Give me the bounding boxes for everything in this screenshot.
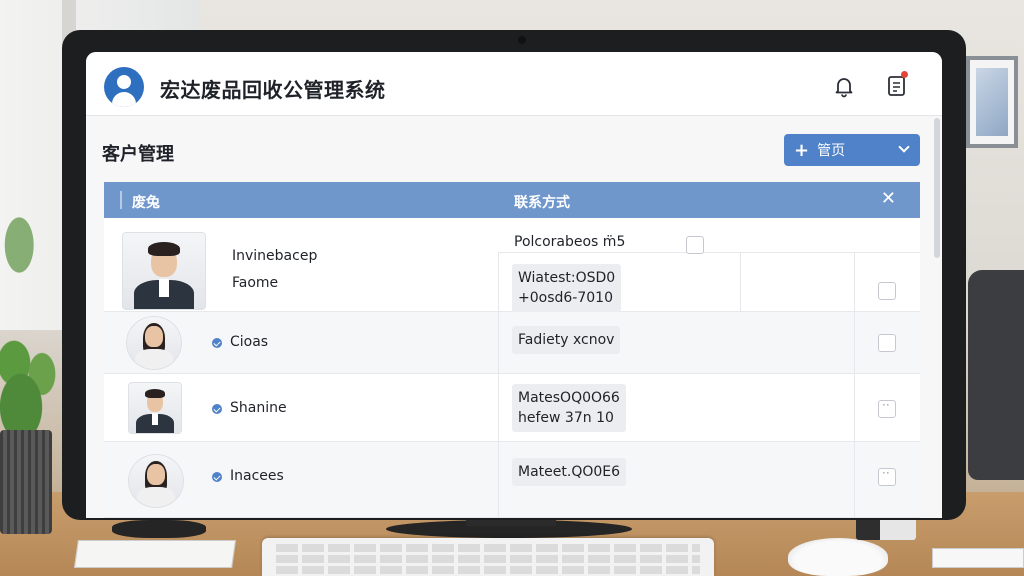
computer-mouse [788,538,888,576]
contact-chip: MatesOQ0O66 hefew 37n 10 [512,384,626,432]
add-button[interactable]: + 管页 [784,134,920,166]
background-plant [0,190,48,300]
notification-badge [901,71,908,78]
customer-name: Inacees [230,468,284,484]
page-title: 客户管理 [102,144,174,165]
notebook [74,540,236,568]
row-checkbox[interactable] [878,334,896,352]
header-separator [120,191,122,209]
table-row[interactable]: Shanine MatesOQ0O66 hefew 37n 10 [104,374,920,442]
verified-icon [212,338,222,348]
potted-plant-leaves [0,330,70,440]
customer-subname: Faome [232,275,279,291]
close-icon[interactable]: ✕ [881,188,896,209]
keyboard [262,538,714,576]
plus-icon: + [794,139,810,161]
customer-photo [122,232,206,310]
table-header: 废兔 联系方式 ✕ [104,182,920,218]
row-checkbox[interactable] [878,282,896,300]
table-row[interactable]: Cioas Fadiety xcnov [104,312,920,374]
row-checkbox[interactable] [878,398,896,418]
plant-pot [0,430,52,534]
add-button-label: 管页 [817,143,846,159]
scrollbar[interactable] [934,118,940,258]
contact-text: Polcorabeos m̈5 [514,234,626,250]
app-title: 宏达废品回收公管理系统 [160,78,386,102]
customer-photo [128,382,182,434]
verified-icon [212,404,222,414]
app-screen: 宏达废品回收公管理系统 客户管理 + 管页 废兔 联系方式 ✕ Invineba… [86,52,942,518]
customer-name: Invinebacep [232,248,318,264]
row-checkbox[interactable] [686,236,704,254]
chevron-down-icon [898,141,910,153]
customer-name: Shanine [230,400,287,416]
contact-chip: Mateet.QO0E6 [512,458,627,486]
desk-object-base [112,520,206,538]
table-row[interactable]: Inacees Mateet.QO0E6 [104,442,920,518]
wall-picture-frame [966,56,1018,148]
contact-chip: Wiatest:OSD0 +0osd6-7010 [512,264,622,312]
office-chair [968,270,1024,480]
bell-icon[interactable] [832,74,856,98]
contact-chip: Fadiety xcnov [512,326,621,354]
row-checkbox[interactable] [878,466,896,486]
webcam-dot [518,36,526,44]
app-header: 宏达废品回收公管理系统 [86,52,942,116]
table-row[interactable]: Invinebacep Faome Polcorabeos m̈5 Wiates… [104,218,920,312]
customer-name: Cioas [230,334,269,350]
verified-icon [212,472,222,482]
user-avatar-icon[interactable] [104,67,144,107]
desk-card [932,548,1024,568]
customer-table: Invinebacep Faome Polcorabeos m̈5 Wiates… [104,218,920,518]
column-header-name[interactable]: 废兔 [132,192,160,212]
column-header-contact[interactable]: 联系方式 [514,192,570,212]
customer-photo [126,316,182,370]
customer-photo [128,454,184,508]
